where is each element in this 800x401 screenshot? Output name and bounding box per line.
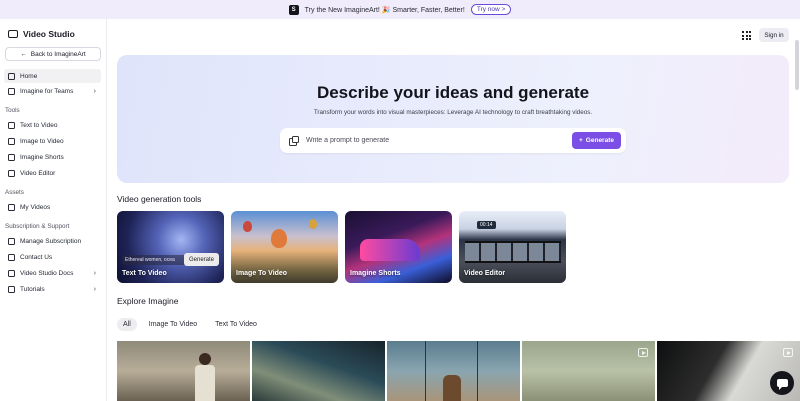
announcement-banner: S Try the New ImagineArt! 🎉 Smarter, Fas…: [0, 0, 800, 19]
video-play-icon: [638, 348, 648, 357]
video-play-icon: [783, 348, 793, 357]
generate-button[interactable]: + Generate: [572, 132, 621, 149]
sidebar-item-manage-subscription[interactable]: Manage Subscription: [4, 234, 101, 248]
gallery-item[interactable]: [252, 341, 385, 401]
teams-icon: [8, 87, 15, 95]
explore-gallery: [117, 341, 800, 401]
filter-image-to-video[interactable]: Image To Video: [143, 318, 203, 331]
home-icon: [8, 72, 15, 80]
back-to-imagineart-button[interactable]: ← Back to ImagineArt: [5, 47, 101, 61]
sidebar-item-label: Video Editor: [20, 169, 56, 177]
shorts-icon: [8, 153, 15, 161]
filter-text-to-video[interactable]: Text To Video: [209, 318, 263, 331]
image-upload-icon[interactable]: [289, 136, 299, 146]
tool-card-text-to-video[interactable]: Ethereal women, ocea Generate Text To Vi…: [117, 211, 224, 283]
section-label-support: Subscription & Support: [5, 223, 70, 230]
car-decoration: [360, 239, 420, 261]
sidebar-item-label: Imagine Shorts: [20, 153, 64, 161]
contact-icon: [8, 253, 15, 261]
banner-text: Try the New ImagineArt! 🎉 Smarter, Faste…: [304, 6, 465, 14]
person-decoration: [443, 375, 461, 401]
sidebar-item-label: Imagine for Teams: [20, 87, 74, 95]
rope-decoration: [477, 341, 478, 401]
filmstrip-decoration: [465, 241, 561, 263]
text-video-icon: [8, 121, 15, 129]
chevron-right-icon: ›: [93, 87, 96, 95]
sidebar-item-tutorials[interactable]: Tutorials ›: [4, 282, 101, 296]
plus-icon: +: [579, 137, 583, 144]
tool-card-image-to-video[interactable]: Image To Video: [231, 211, 338, 283]
balloon-decoration: [243, 221, 252, 232]
folder-icon: [8, 203, 15, 211]
card-generate-button[interactable]: Generate: [184, 253, 219, 266]
timecode: 00:14: [477, 221, 496, 229]
tool-card-label: Image To Video: [236, 270, 288, 277]
subscription-icon: [8, 237, 15, 245]
section-title-video-generation-tools: Video generation tools: [117, 194, 202, 204]
sidebar-item-label: Contact Us: [20, 253, 53, 261]
balloon-decoration: [309, 219, 317, 229]
chevron-right-icon: ›: [93, 269, 96, 277]
video-studio-icon: [8, 30, 18, 38]
brand[interactable]: Video Studio: [8, 29, 75, 39]
hero-banner: Describe your ideas and generate Transfo…: [117, 55, 789, 183]
sidebar-item-video-studio-docs[interactable]: Video Studio Docs ›: [4, 266, 101, 280]
balloon-decoration: [271, 229, 287, 248]
sidebar-item-video-editor[interactable]: Video Editor: [4, 166, 101, 180]
tool-card-imagine-shorts[interactable]: Imagine Shorts: [345, 211, 452, 283]
imagineart-logo-icon: S: [288, 4, 299, 15]
sidebar-item-image-to-video[interactable]: Image to Video: [4, 134, 101, 148]
page-scrollbar[interactable]: [795, 40, 799, 90]
tool-card-label: Imagine Shorts: [350, 270, 401, 277]
sidebar-item-label: Manage Subscription: [20, 237, 82, 245]
arrow-left-icon: ←: [20, 50, 27, 58]
sidebar: Video Studio ← Back to ImagineArt Home I…: [0, 19, 107, 401]
gallery-item[interactable]: [117, 341, 250, 401]
gallery-item[interactable]: [522, 341, 655, 401]
sidebar-item-label: Video Studio Docs: [20, 269, 74, 277]
sidebar-item-contact-us[interactable]: Contact Us: [4, 250, 101, 264]
image-video-icon: [8, 137, 15, 145]
sidebar-item-home[interactable]: Home: [4, 69, 101, 83]
tool-card-label: Video Editor: [464, 270, 506, 277]
tool-card-video-editor[interactable]: 00:14 Video Editor: [459, 211, 566, 283]
chat-bubble-icon: [776, 379, 788, 390]
sidebar-item-label: Image to Video: [20, 137, 64, 145]
sidebar-item-label: Tutorials: [20, 285, 45, 293]
filter-chips: All Image To Video Text To Video: [117, 318, 263, 331]
sidebar-item-label: My Videos: [20, 203, 51, 211]
editor-icon: [8, 169, 15, 177]
hero-subtitle: Transform your words into visual masterp…: [313, 109, 593, 116]
sidebar-item-imagine-shorts[interactable]: Imagine Shorts: [4, 150, 101, 164]
rope-decoration: [425, 341, 426, 401]
section-label-assets: Assets: [5, 189, 24, 196]
sign-in-button[interactable]: Sign in: [759, 28, 789, 42]
sidebar-item-label: Home: [20, 72, 38, 80]
generate-label: Generate: [585, 137, 614, 144]
brand-title: Video Studio: [23, 29, 75, 39]
chevron-right-icon: ›: [93, 285, 96, 293]
gallery-item[interactable]: [387, 341, 520, 401]
docs-icon: [8, 269, 15, 277]
filter-all[interactable]: All: [117, 318, 137, 331]
section-label-tools: Tools: [5, 107, 20, 114]
tutorials-icon: [8, 285, 15, 293]
sidebar-item-text-to-video[interactable]: Text to Video: [4, 118, 101, 132]
prompt-input[interactable]: [306, 137, 556, 144]
person-decoration: [199, 353, 211, 365]
prompt-bar: + Generate: [280, 128, 626, 153]
person-decoration: [195, 365, 215, 401]
grid-icon[interactable]: [742, 31, 751, 40]
back-label: Back to ImagineArt: [30, 50, 86, 58]
hero-title: Describe your ideas and generate: [316, 83, 590, 102]
section-title-explore: Explore Imagine: [117, 296, 179, 306]
chat-support-button[interactable]: [770, 371, 794, 395]
try-now-button[interactable]: Try now >: [470, 4, 512, 15]
sidebar-item-imagine-for-teams[interactable]: Imagine for Teams ›: [4, 84, 101, 98]
sidebar-item-label: Text to Video: [20, 121, 58, 129]
tool-card-label: Text To Video: [122, 270, 167, 277]
prompt-preview: Ethereal women, ocea: [122, 255, 188, 265]
sidebar-item-my-videos[interactable]: My Videos: [4, 200, 101, 214]
